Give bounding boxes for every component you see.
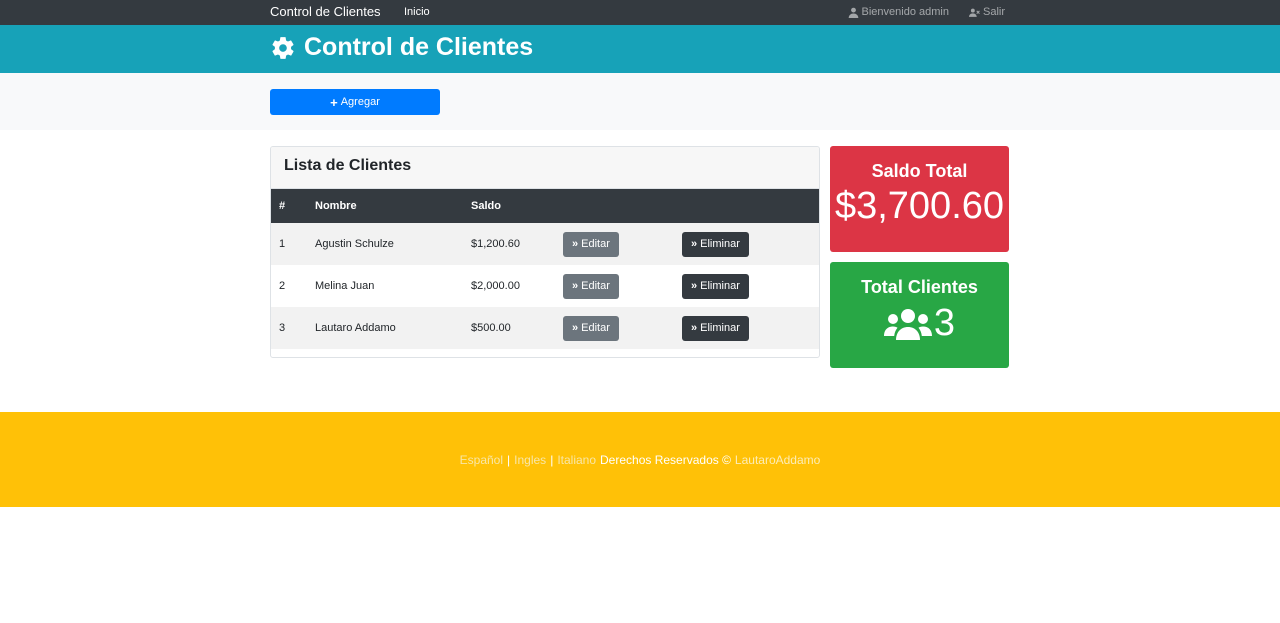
- edit-label: Editar: [581, 322, 610, 334]
- client-saldo: $500.00: [471, 322, 511, 334]
- client-saldo: $2,000.00: [471, 280, 520, 292]
- nav-link-inicio[interactable]: Inicio: [404, 6, 430, 18]
- top-navbar: Control de Clientes Inicio Bienvenido ad…: [0, 0, 1280, 25]
- column-header-name: Nombre: [315, 200, 357, 212]
- double-chevron-right-icon: »: [572, 238, 579, 250]
- saldo-total-value: $3,700.60: [834, 185, 1005, 227]
- plus-icon: +: [330, 94, 338, 110]
- client-name: Lautaro Addamo: [315, 322, 396, 334]
- user-times-icon: [968, 8, 980, 17]
- delete-label: Eliminar: [700, 280, 740, 292]
- double-chevron-right-icon: »: [691, 238, 698, 250]
- author-link[interactable]: LautaroAddamo: [735, 453, 820, 467]
- column-header-edit: [555, 189, 674, 223]
- page-title: Control de Clientes: [270, 33, 533, 62]
- table-row: 2 Melina Juan $2,000.00 » Editar » Elimina…: [271, 265, 819, 307]
- add-client-button[interactable]: + Agregar: [270, 89, 440, 115]
- client-name: Agustin Schulze: [315, 238, 394, 250]
- delete-button[interactable]: » Eliminar: [682, 273, 749, 299]
- clients-card-title: Lista de Clientes: [271, 147, 819, 189]
- delete-button[interactable]: » Eliminar: [682, 231, 749, 257]
- delete-button[interactable]: » Eliminar: [682, 315, 749, 341]
- users-icon: [883, 308, 932, 340]
- column-header-delete: [674, 189, 819, 223]
- separator: |: [550, 452, 554, 467]
- row-number: 3: [279, 322, 286, 334]
- logout-text: Salir: [982, 6, 1005, 18]
- page-header: Control de Clientes: [0, 25, 1280, 73]
- total-clients-value: 3: [933, 302, 956, 344]
- double-chevron-right-icon: »: [691, 322, 698, 334]
- delete-label: Eliminar: [700, 322, 740, 334]
- clients-table: # Nombre Saldo 1 Agustin Schulze $1,200.…: [271, 189, 819, 349]
- footer: Español | Ingles | Italiano Derechos Res…: [0, 412, 1280, 507]
- saldo-total-title: Saldo Total: [871, 161, 968, 181]
- edit-label: Editar: [581, 280, 610, 292]
- total-clients-card: Total Clientes 3: [830, 262, 1009, 368]
- table-row: 1 Agustin Schulze $1,200.60 » Editar » Eli…: [271, 223, 819, 265]
- main-content: Lista de Clientes # Nombre Saldo 1 Agust…: [0, 130, 1280, 412]
- row-number: 2: [279, 280, 286, 292]
- gear-icon: [272, 36, 294, 59]
- navbar-brand[interactable]: Control de Clientes: [270, 4, 381, 19]
- page-title-text: Control de Clientes: [304, 33, 534, 61]
- client-saldo: $1,200.60: [471, 238, 520, 250]
- welcome-text: Bienvenido admin: [861, 6, 949, 18]
- user-icon: [848, 7, 858, 18]
- clients-card: Lista de Clientes # Nombre Saldo 1 Agust…: [270, 146, 820, 358]
- column-header-number: #: [279, 200, 286, 212]
- double-chevron-right-icon: »: [572, 322, 579, 334]
- total-clients-title: Total Clientes: [861, 277, 978, 297]
- rights-text: Derechos Reservados ©: [600, 452, 731, 467]
- edit-button[interactable]: » Editar: [563, 231, 619, 257]
- welcome-link[interactable]: Bienvenido admin: [848, 6, 949, 18]
- actions-bar: + Agregar: [0, 73, 1280, 130]
- row-number: 1: [279, 238, 286, 250]
- total-clients-row: 3: [830, 302, 1009, 345]
- language-link-en[interactable]: Ingles: [514, 453, 546, 467]
- separator: |: [507, 452, 511, 467]
- client-name: Melina Juan: [315, 280, 375, 292]
- delete-label: Eliminar: [700, 238, 740, 250]
- column-header-saldo: Saldo: [471, 200, 501, 212]
- edit-button[interactable]: » Editar: [563, 315, 619, 341]
- saldo-total-card: Saldo Total $3,700.60: [830, 146, 1009, 252]
- double-chevron-right-icon: »: [691, 280, 698, 292]
- language-link-es[interactable]: Español: [460, 453, 503, 467]
- table-header-row: # Nombre Saldo: [271, 189, 819, 223]
- double-chevron-right-icon: »: [572, 280, 579, 292]
- edit-label: Editar: [581, 238, 610, 250]
- language-link-it[interactable]: Italiano: [557, 453, 596, 467]
- logout-link[interactable]: Salir: [968, 6, 1005, 18]
- navbar-user-menu: Bienvenido admin Salir: [848, 6, 1005, 18]
- add-button-label: Agregar: [340, 96, 380, 108]
- edit-button[interactable]: » Editar: [563, 273, 619, 299]
- table-row: 3 Lautaro Addamo $500.00 » Editar » Elimin…: [271, 307, 819, 349]
